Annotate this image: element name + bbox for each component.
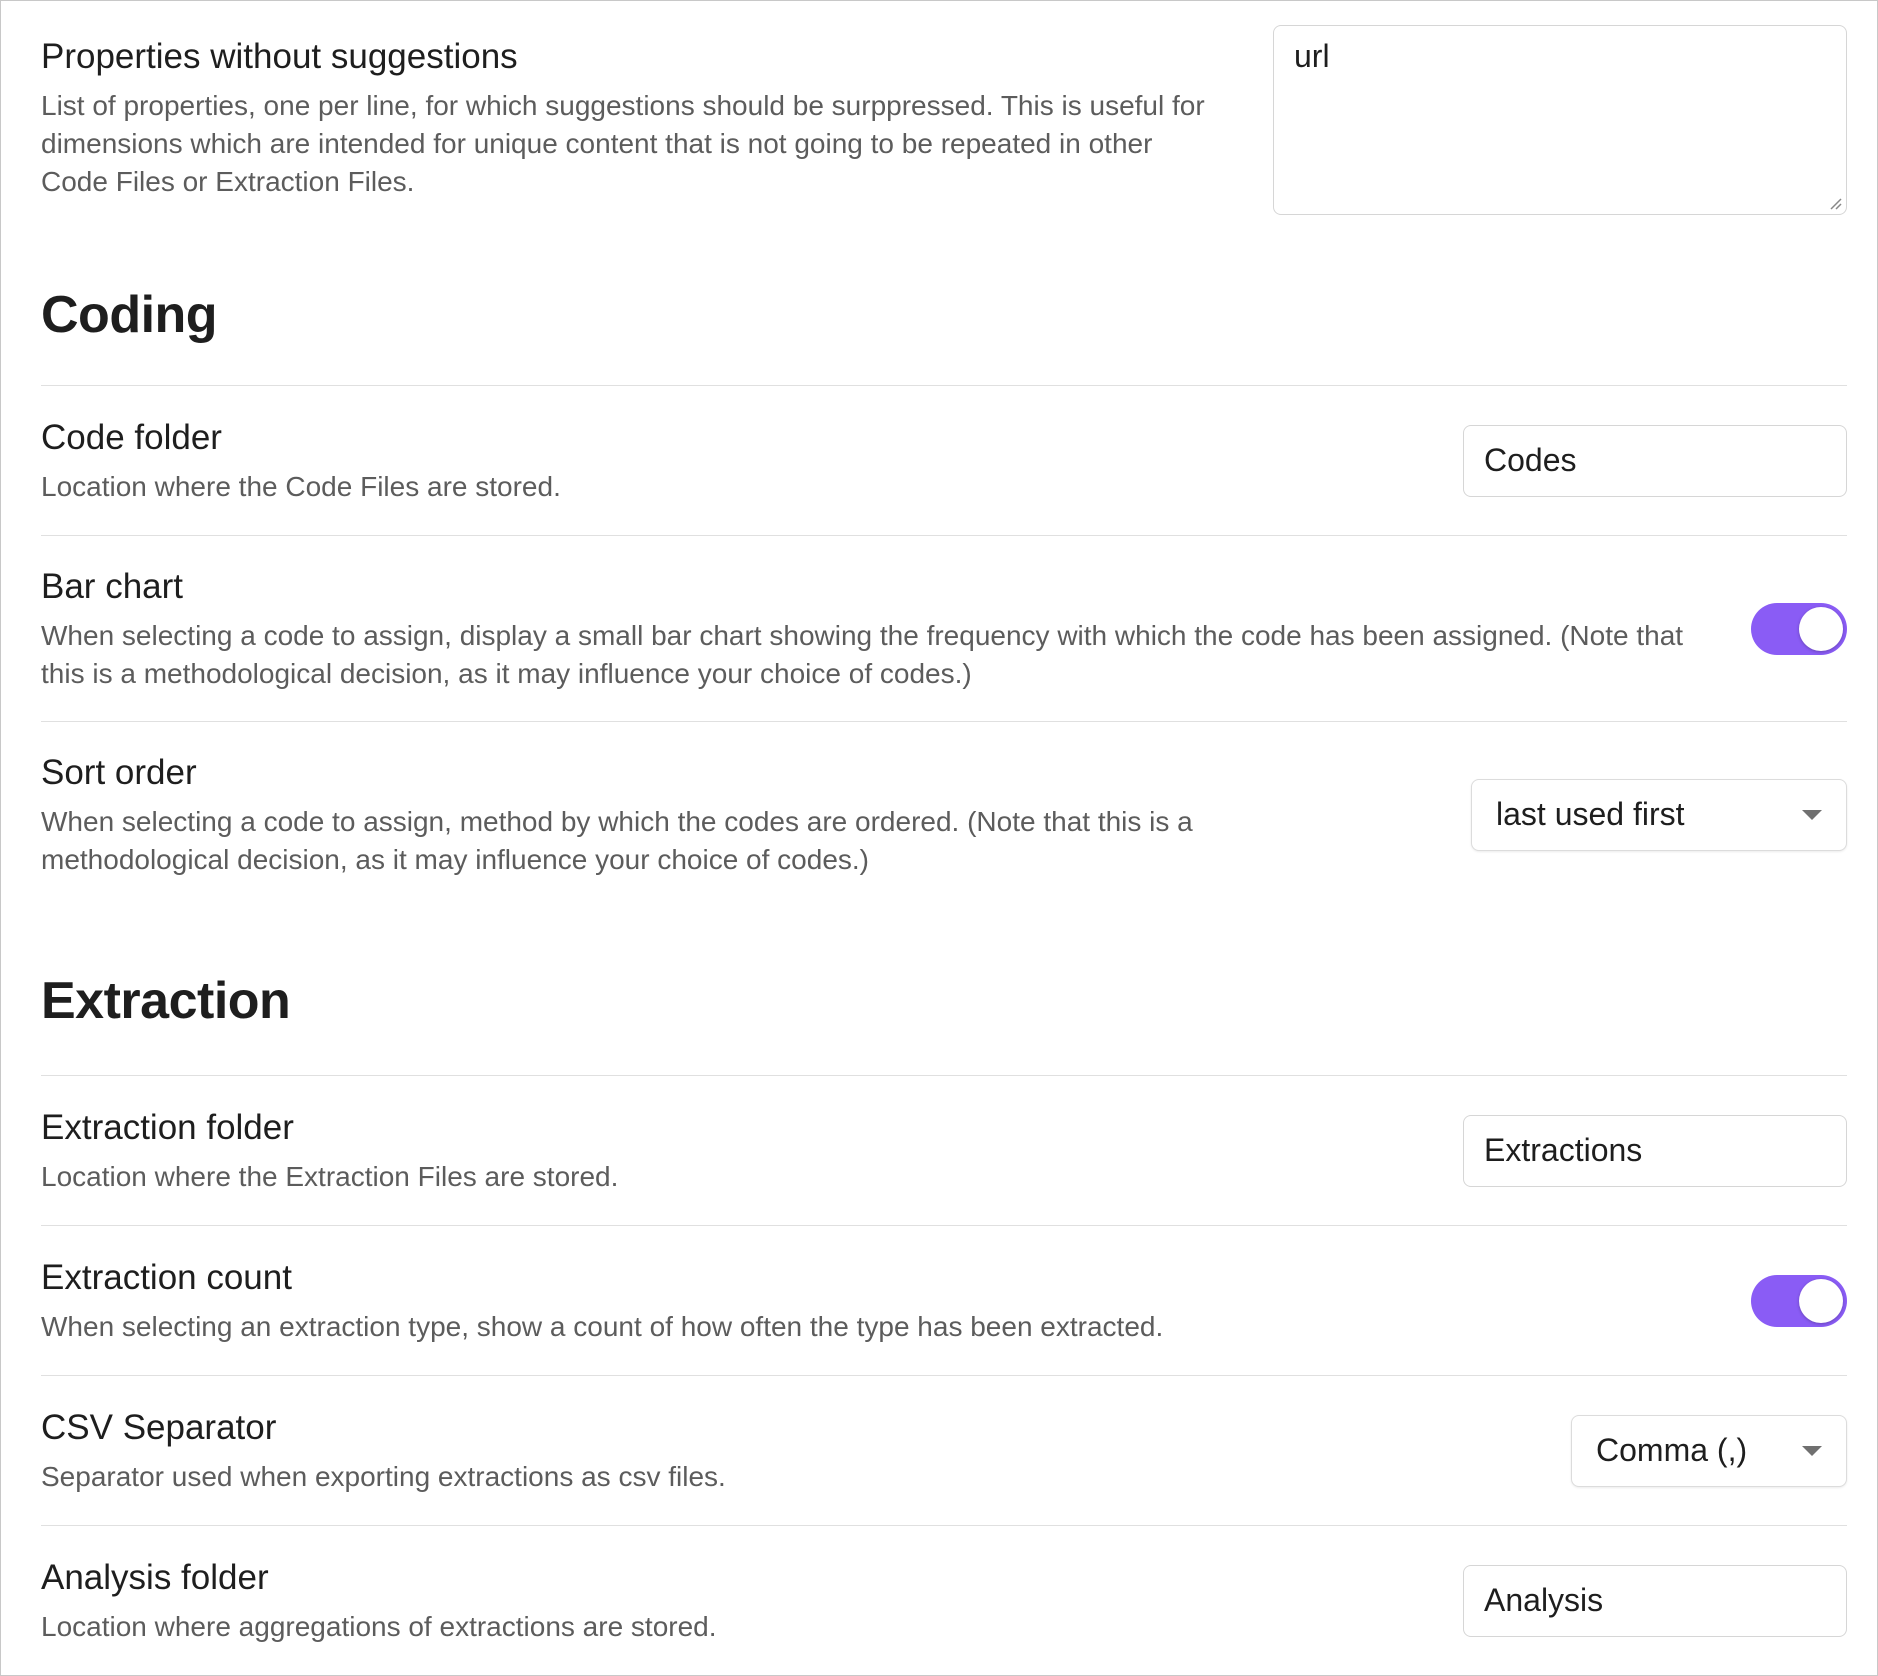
setting-name: Bar chart bbox=[41, 566, 183, 606]
setting-info: Extraction count When selecting an extra… bbox=[41, 1256, 1751, 1346]
setting-name: Analysis folder bbox=[41, 1557, 269, 1597]
code-folder-input-value: Codes bbox=[1484, 442, 1577, 478]
setting-name: Properties without suggestions bbox=[41, 37, 518, 76]
chevron-down-icon bbox=[1802, 1445, 1822, 1456]
setting-info: Sort order When selecting a code to assi… bbox=[41, 751, 1381, 879]
toggle-knob bbox=[1799, 606, 1843, 651]
sort-order-select[interactable]: last used first bbox=[1471, 778, 1847, 851]
section-heading-extraction-row: Extraction bbox=[41, 907, 1847, 1075]
settings-window: Properties without suggestions List of p… bbox=[0, 0, 1878, 1676]
setting-name: Extraction folder bbox=[41, 1107, 294, 1147]
toggle-knob bbox=[1799, 1278, 1843, 1323]
section-heading-coding: Coding bbox=[41, 286, 218, 344]
resize-grip-icon[interactable] bbox=[1826, 194, 1842, 210]
sort-order-selected: last used first bbox=[1496, 796, 1685, 832]
setting-description: When selecting a code to assign, method … bbox=[41, 805, 1193, 875]
setting-info: CSV Separator Separator used when export… bbox=[41, 1406, 1571, 1496]
csv-separator-select[interactable]: Comma (,) bbox=[1571, 1414, 1847, 1487]
bar-chart-toggle[interactable] bbox=[1751, 602, 1847, 655]
extraction-count-toggle[interactable] bbox=[1751, 1274, 1847, 1327]
csv-separator-selected: Comma (,) bbox=[1596, 1432, 1748, 1468]
setting-extraction-folder: Extraction folder Location where the Ext… bbox=[41, 1075, 1847, 1225]
analysis-folder-input[interactable]: Analysis bbox=[1463, 1564, 1847, 1637]
properties-textarea[interactable]: url bbox=[1273, 25, 1847, 215]
section-heading-coding-row: Coding bbox=[41, 233, 1847, 385]
setting-info: Code folder Location where the Code File… bbox=[41, 416, 1463, 506]
setting-csv-separator: CSV Separator Separator used when export… bbox=[41, 1375, 1847, 1525]
setting-name: Extraction count bbox=[41, 1257, 292, 1297]
setting-info: Extraction folder Location where the Ext… bbox=[41, 1106, 1463, 1196]
extraction-folder-input[interactable]: Extractions bbox=[1463, 1114, 1847, 1187]
setting-analysis-folder: Analysis folder Location where aggregati… bbox=[41, 1525, 1847, 1675]
properties-textarea-value: url bbox=[1294, 38, 1330, 74]
setting-description: When selecting an extraction type, show … bbox=[41, 1310, 1164, 1342]
setting-description: When selecting a code to assign, display… bbox=[41, 619, 1684, 689]
setting-name: Sort order bbox=[41, 752, 197, 792]
setting-description: Location where the Code Files are stored… bbox=[41, 470, 561, 502]
setting-name: Code folder bbox=[41, 417, 222, 457]
setting-description: Location where the Extraction Files are … bbox=[41, 1160, 619, 1192]
code-folder-input[interactable]: Codes bbox=[1463, 424, 1847, 497]
chevron-down-icon bbox=[1802, 809, 1822, 820]
setting-name: CSV Separator bbox=[41, 1407, 277, 1447]
setting-info: Bar chart When selecting a code to assig… bbox=[41, 565, 1751, 693]
setting-description: Location where aggregations of extractio… bbox=[41, 1610, 717, 1642]
analysis-folder-input-value: Analysis bbox=[1484, 1582, 1604, 1618]
setting-sort-order: Sort order When selecting a code to assi… bbox=[41, 721, 1847, 907]
extraction-folder-input-value: Extractions bbox=[1484, 1132, 1643, 1168]
section-heading-extraction: Extraction bbox=[41, 972, 291, 1030]
setting-properties-without-suggestions: Properties without suggestions List of p… bbox=[41, 1, 1847, 233]
setting-info: Analysis folder Location where aggregati… bbox=[41, 1556, 1463, 1646]
setting-info: Properties without suggestions List of p… bbox=[41, 25, 1261, 201]
setting-code-folder: Code folder Location where the Code File… bbox=[41, 385, 1847, 535]
setting-description: Separator used when exporting extraction… bbox=[41, 1460, 726, 1492]
setting-extraction-count: Extraction count When selecting an extra… bbox=[41, 1225, 1847, 1375]
setting-bar-chart: Bar chart When selecting a code to assig… bbox=[41, 535, 1847, 721]
setting-description: List of properties, one per line, for wh… bbox=[41, 90, 1205, 197]
settings-content: Properties without suggestions List of p… bbox=[41, 1, 1847, 1675]
